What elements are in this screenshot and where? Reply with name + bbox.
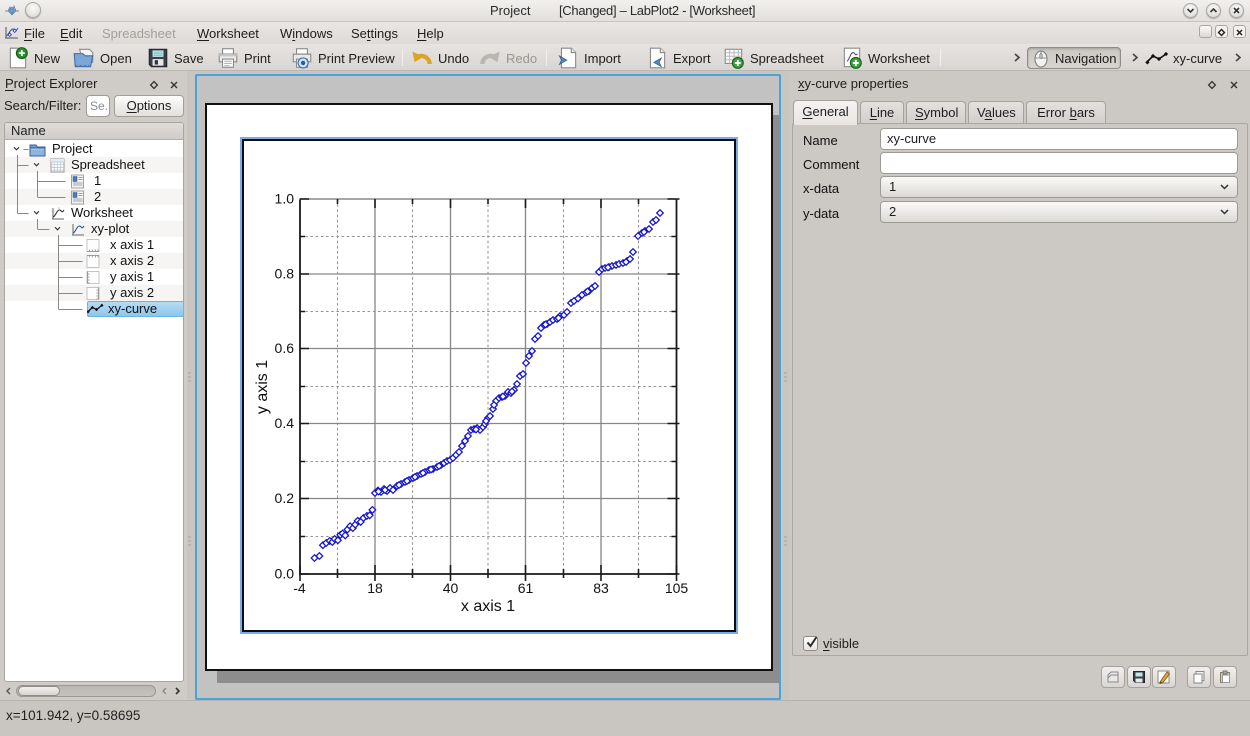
svg-text:61: 61: [518, 580, 534, 596]
svg-text:83: 83: [593, 580, 609, 596]
svg-text:0.4: 0.4: [275, 415, 295, 431]
svg-text:0.8: 0.8: [275, 266, 295, 282]
svg-text:0.0: 0.0: [275, 566, 295, 582]
svg-text:0.6: 0.6: [275, 340, 295, 356]
svg-text:-4: -4: [293, 580, 306, 596]
svg-text:y axis 1: y axis 1: [254, 360, 271, 414]
svg-text:40: 40: [443, 580, 459, 596]
svg-text:18: 18: [367, 580, 383, 596]
svg-text:1.0: 1.0: [275, 191, 295, 207]
svg-text:x axis 1: x axis 1: [461, 598, 515, 615]
svg-text:105: 105: [665, 580, 689, 596]
svg-text:0.2: 0.2: [275, 490, 295, 506]
